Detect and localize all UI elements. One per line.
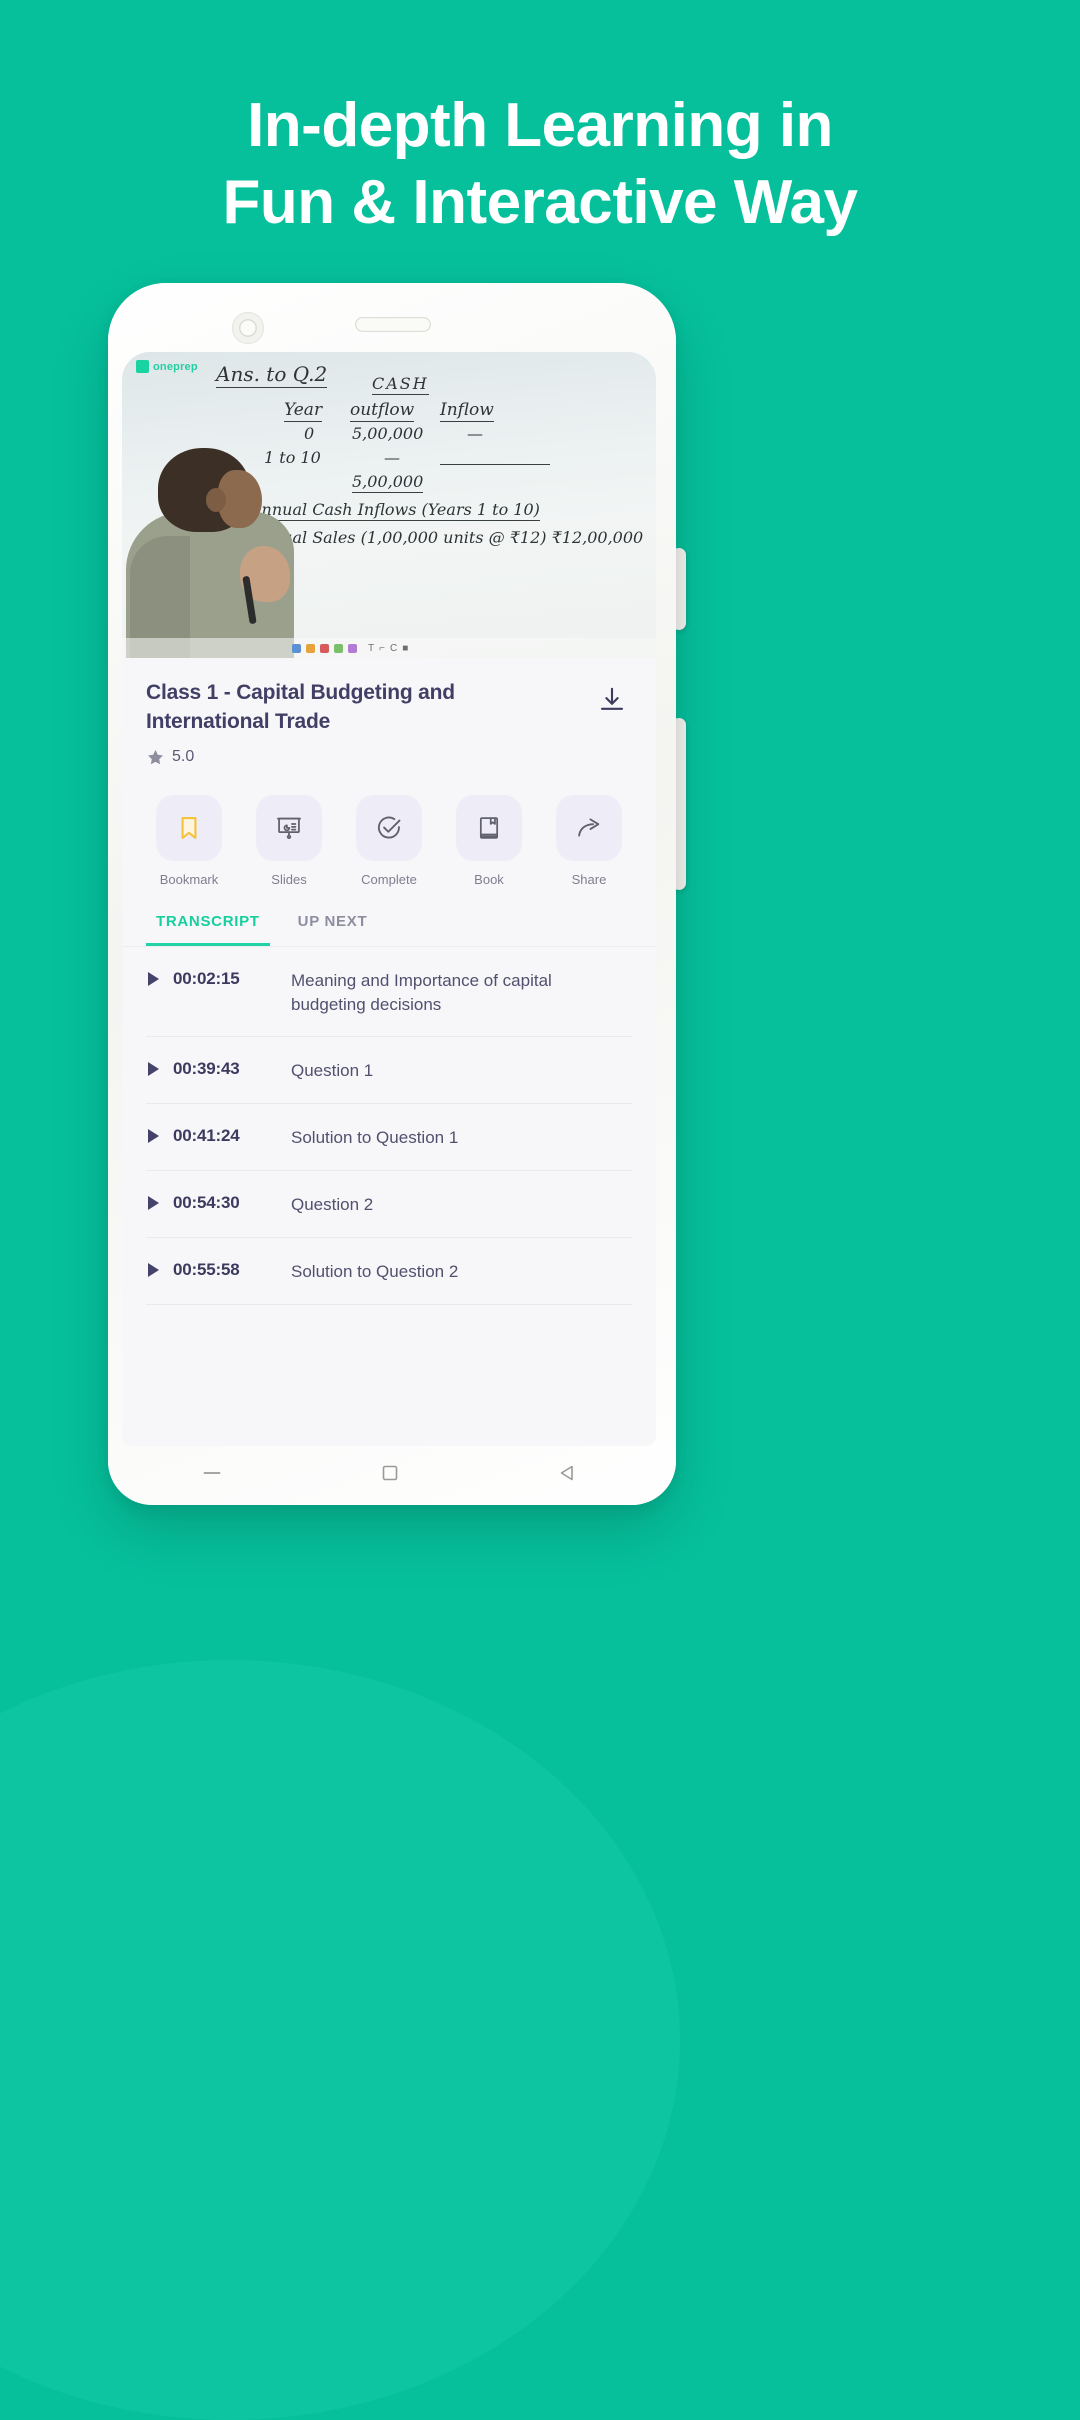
play-icon[interactable]	[148, 1062, 159, 1077]
star-icon	[148, 749, 163, 765]
transcript-time: 00:41:24	[173, 1126, 240, 1146]
board-row2-outflow: —	[384, 448, 400, 467]
board-row1-inflow: —	[467, 424, 483, 443]
action-bar: Bookmark Slides Complete Book Share	[122, 772, 656, 887]
board-rule	[440, 464, 550, 465]
front-camera-icon	[232, 312, 264, 344]
tab-bar: TRANSCRIPT UP NEXT	[122, 886, 656, 947]
headline-line-2: Fun & Interactive Way	[222, 167, 858, 237]
marketing-headline: In-depth Learning in Fun & Interactive W…	[0, 88, 1080, 242]
bookmark-tile[interactable]	[156, 794, 222, 861]
back-icon[interactable]	[555, 1461, 579, 1490]
rating-block: 5.0	[146, 748, 632, 767]
transcript-time: 00:39:43	[173, 1059, 240, 1079]
board-col-year: Year	[284, 400, 323, 422]
transcript-row[interactable]: 00:54:30 Question 2	[146, 1171, 632, 1238]
board-cash-header: CASH	[372, 374, 429, 395]
play-icon[interactable]	[148, 1262, 159, 1277]
transcript-label: Question 1	[291, 1061, 374, 1081]
play-icon[interactable]	[148, 1129, 159, 1144]
phone-screen: oneprep Ans. to Q.2 CASH Year outflow In…	[122, 352, 656, 1446]
video-player[interactable]: oneprep Ans. to Q.2 CASH Year outflow In…	[122, 352, 656, 658]
board-line-sales: Annual Sales (1,00,000 units @ ₹12) ₹12,…	[250, 528, 644, 547]
board-total-outflow: 5,00,000	[352, 472, 424, 493]
video-title: Class 1 - Capital Budgeting and Internat…	[146, 681, 455, 734]
action-slides[interactable]: Slides	[250, 794, 328, 887]
board-line-inflows: Annual Cash Inflows (Years 1 to 10)	[250, 500, 540, 521]
transcript-time: 00:55:58	[173, 1259, 240, 1279]
oneprep-wordmark: oneprep	[153, 360, 198, 373]
share-icon	[578, 818, 600, 837]
lecturer-figure	[122, 426, 294, 658]
action-label: Complete	[361, 871, 417, 887]
transcript-row[interactable]: 00:02:15 Meaning and Importance of capit…	[146, 947, 632, 1038]
board-row1-year: 0	[304, 424, 315, 443]
board-col-outflow: outflow	[350, 400, 415, 422]
headline-line-1: In-depth Learning in	[247, 91, 833, 160]
book-tile[interactable]	[456, 794, 522, 861]
board-row1-outflow: 5,00,000	[352, 424, 424, 443]
video-info-block: Class 1 - Capital Budgeting and Internat…	[122, 658, 656, 773]
action-label: Book	[474, 871, 504, 887]
play-icon[interactable]	[148, 971, 159, 986]
tab-transcript[interactable]: TRANSCRIPT	[146, 913, 270, 946]
android-nav-bar	[122, 1446, 656, 1504]
home-icon[interactable]	[378, 1461, 402, 1490]
bookmark-icon	[181, 816, 197, 839]
action-complete[interactable]: Complete	[350, 794, 428, 887]
transcript-row[interactable]: 00:39:43 Question 1	[146, 1037, 632, 1105]
share-tile[interactable]	[556, 794, 622, 861]
transcript-list: 00:02:15 Meaning and Importance of capit…	[122, 946, 656, 1305]
earpiece-speaker	[355, 317, 431, 332]
action-share[interactable]: Share	[550, 794, 628, 887]
complete-tile[interactable]	[356, 794, 422, 861]
lecturer-ear	[206, 488, 226, 512]
background-decoration	[0, 1660, 680, 2420]
download-icon[interactable]	[592, 680, 632, 720]
action-book[interactable]: Book	[450, 794, 528, 887]
action-label: Slides	[271, 871, 307, 887]
action-label: Share	[571, 871, 607, 887]
action-label: Bookmark	[159, 871, 219, 887]
recents-icon[interactable]	[199, 1460, 225, 1491]
transcript-time: 00:02:15	[173, 968, 240, 988]
board-heading: Ans. to Q.2	[216, 362, 328, 388]
action-bookmark[interactable]: Bookmark	[150, 794, 228, 887]
oneprep-logo-icon	[136, 360, 149, 373]
slides-icon	[277, 817, 301, 839]
oneprep-watermark: oneprep	[136, 360, 198, 373]
transcript-label: Question 2	[291, 1194, 374, 1214]
transcript-label: Meaning and Importance of capital budget…	[291, 970, 552, 1014]
check-circle-icon	[377, 816, 401, 839]
play-icon[interactable]	[148, 1195, 159, 1210]
rating-value: 5.0	[172, 748, 195, 766]
transcript-row[interactable]: 00:55:58 Solution to Question 2	[146, 1238, 632, 1305]
tab-up-next[interactable]: UP NEXT	[288, 913, 378, 946]
book-icon	[479, 816, 499, 839]
transcript-label: Solution to Question 2	[291, 1261, 459, 1281]
transcript-time: 00:54:30	[173, 1192, 240, 1212]
transcript-row[interactable]: 00:41:24 Solution to Question 1	[146, 1104, 632, 1171]
slides-tile[interactable]	[256, 794, 322, 861]
transcript-label: Solution to Question 1	[291, 1128, 459, 1148]
video-bottom-strip: T ⌐ C ■	[122, 638, 656, 658]
board-col-inflow: Inflow	[440, 400, 494, 422]
